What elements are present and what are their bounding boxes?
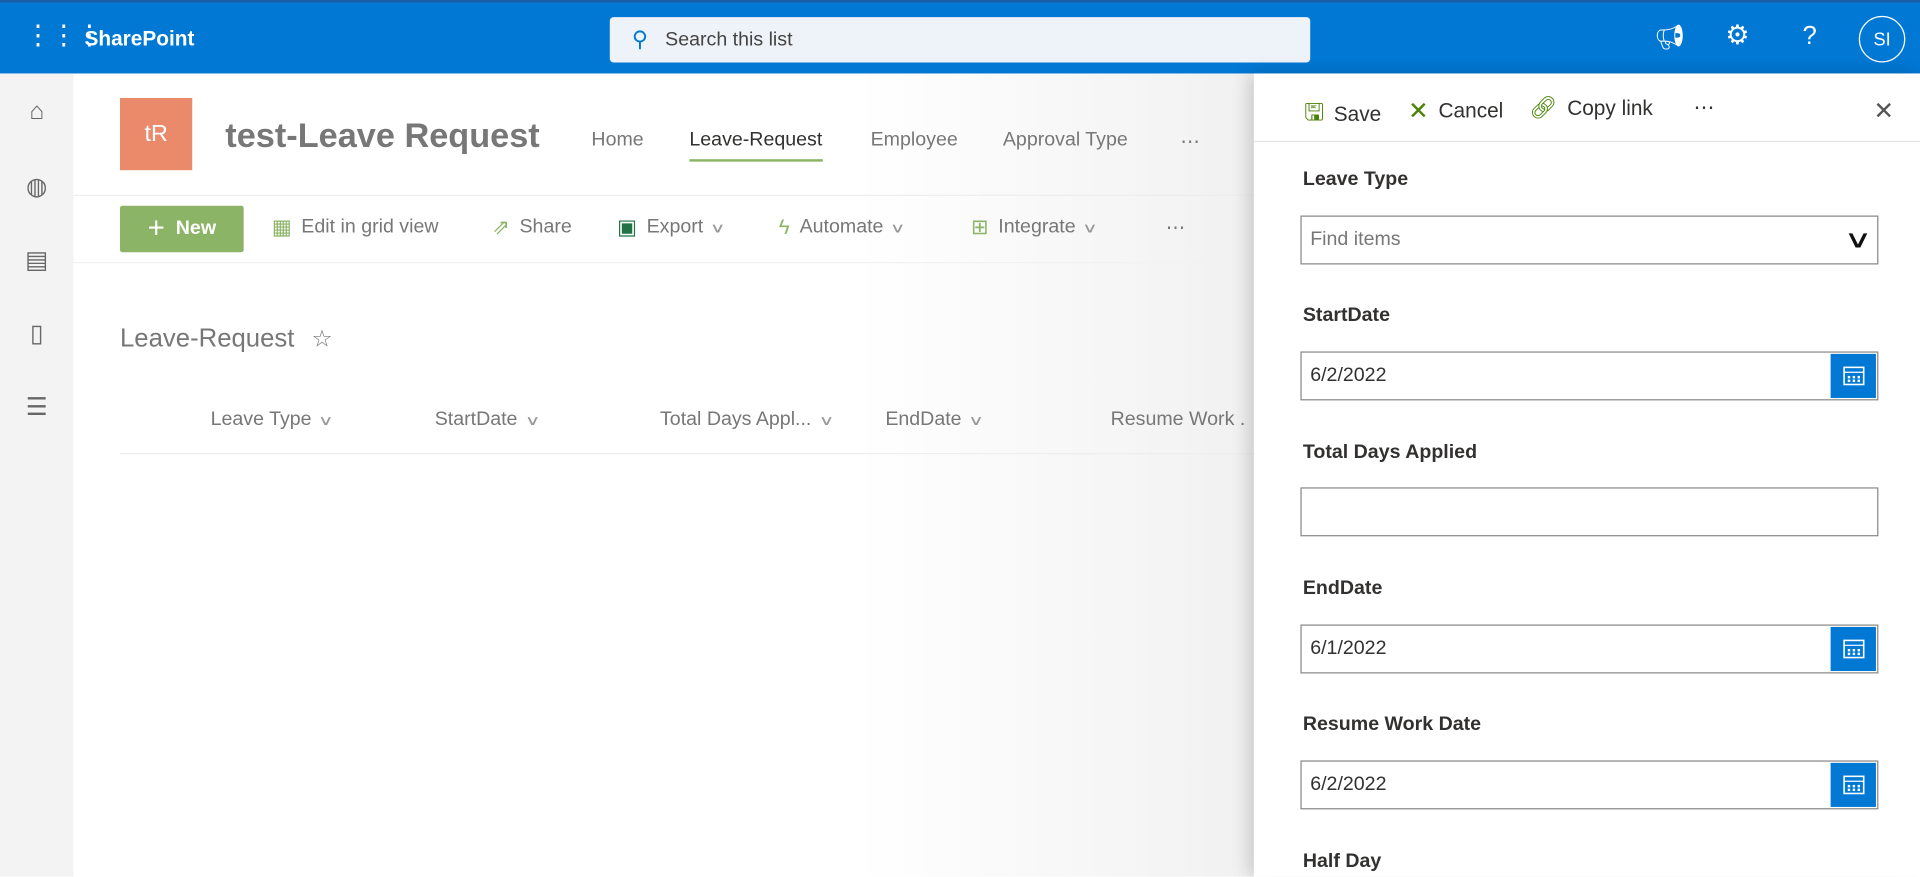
chevron-down-icon: ∨ xyxy=(710,221,726,236)
gear-icon[interactable]: ⚙ xyxy=(1725,20,1749,52)
site-logo[interactable]: tR xyxy=(120,97,193,171)
edit-grid-button[interactable]: ▦ Edit in grid view xyxy=(272,216,439,240)
search-box[interactable]: ⚲ Search this list xyxy=(609,17,1311,63)
nav-approval-type[interactable]: Approval Type xyxy=(1003,130,1128,152)
close-icon[interactable]: ✕ xyxy=(1873,96,1894,127)
column-header-leave-type[interactable]: Leave Type ∨ xyxy=(211,409,335,431)
more-commands-button[interactable]: ⋯ xyxy=(1166,216,1186,240)
megaphone-icon[interactable]: 📢︎ xyxy=(1654,22,1685,53)
chevron-down-icon: ∨ xyxy=(968,413,985,428)
list-title: Leave-Request ☆ xyxy=(120,324,333,353)
plus-icon: + xyxy=(147,211,165,245)
field-label: EndDate xyxy=(1302,577,1383,599)
avatar[interactable]: SI xyxy=(1858,15,1906,63)
calendar-icon[interactable] xyxy=(1830,353,1876,398)
app-name[interactable]: SharePoint xyxy=(84,27,194,51)
cancel-icon: ✕ xyxy=(1408,97,1429,125)
search-input[interactable]: Search this list xyxy=(665,29,792,51)
news-icon[interactable]: ▤ xyxy=(22,245,51,274)
field-label: Resume Work Date xyxy=(1302,713,1482,735)
divider xyxy=(120,453,1254,455)
field-label: StartDate xyxy=(1302,304,1390,326)
export-button[interactable]: ▣ Export ∨ xyxy=(617,215,726,240)
chevron-down-icon: ∨ xyxy=(1082,221,1099,236)
automate-button[interactable]: ϟ Automate ∨ xyxy=(778,215,907,240)
startdate-input[interactable]: 6/2/2022 xyxy=(1300,351,1879,401)
left-rail: ⌂ ◍ ▤ ▯ ☰ xyxy=(0,73,74,877)
column-header-enddate[interactable]: EndDate ∨ xyxy=(885,409,985,431)
home-icon[interactable]: ⌂ xyxy=(22,98,51,127)
chevron-down-icon: ∨ xyxy=(524,413,541,428)
nav-employee[interactable]: Employee xyxy=(871,130,958,152)
save-button[interactable]: 🖫︎ Save xyxy=(1304,96,1381,135)
copy-link-button[interactable]: 🔗︎ Copy link xyxy=(1529,96,1652,122)
automate-icon: ϟ xyxy=(778,215,790,239)
link-icon: 🔗︎ xyxy=(1529,95,1558,121)
chevron-down-icon: ∨ xyxy=(1844,226,1873,254)
total-days-input[interactable] xyxy=(1300,487,1879,537)
column-header-startdate[interactable]: StartDate ∨ xyxy=(435,409,541,431)
nav-more[interactable]: ⋯ xyxy=(1180,130,1200,154)
calendar-icon[interactable] xyxy=(1830,626,1876,672)
nav-home[interactable]: Home xyxy=(591,130,643,152)
search-icon: ⚲ xyxy=(631,26,648,52)
divider xyxy=(1253,140,1920,143)
chevron-down-icon: ∨ xyxy=(890,221,907,236)
integrate-button[interactable]: ⊞ Integrate ∨ xyxy=(971,215,1099,240)
divider xyxy=(73,262,1254,264)
site-title[interactable]: test-Leave Request xyxy=(225,116,539,155)
share-button[interactable]: ⇗ Share xyxy=(492,216,572,240)
calendar-icon[interactable] xyxy=(1830,762,1876,807)
field-label: Half Day xyxy=(1302,851,1382,872)
column-header-resume-work[interactable]: Resume Work . xyxy=(1111,409,1246,431)
leave-type-dropdown[interactable]: Find items ∨ xyxy=(1300,215,1879,265)
help-icon[interactable]: ? xyxy=(1802,22,1816,51)
field-label: Total Days Applied xyxy=(1302,442,1478,463)
list-icon[interactable]: ☰ xyxy=(22,392,51,421)
integrate-icon: ⊞ xyxy=(971,215,989,239)
document-icon[interactable]: ▯ xyxy=(22,318,51,348)
divider xyxy=(73,194,1254,196)
enddate-input[interactable]: 6/1/2022 xyxy=(1300,624,1879,674)
field-label: Leave Type xyxy=(1302,168,1409,190)
cancel-button[interactable]: ✕ Cancel xyxy=(1408,96,1503,127)
resume-work-date-input[interactable]: 6/2/2022 xyxy=(1300,760,1879,810)
share-icon: ⇗ xyxy=(492,215,510,239)
chevron-down-icon: ∨ xyxy=(318,413,335,428)
excel-icon: ▣ xyxy=(617,215,637,239)
new-button[interactable]: + New xyxy=(120,205,244,253)
grid-icon: ▦ xyxy=(271,215,292,239)
column-header-total-days[interactable]: Total Days Appl... ∨ xyxy=(660,409,835,431)
chevron-down-icon: ∨ xyxy=(818,413,835,428)
favorite-star-icon[interactable]: ☆ xyxy=(312,325,333,353)
edit-panel: 🖫︎ Save ✕ Cancel 🔗︎ Copy link ⋯ ✕ Leave Typ… xyxy=(1253,73,1920,877)
more-button[interactable]: ⋯ xyxy=(1693,96,1714,120)
top-bar: ⋮⋮⋮ SharePoint ⚲ Search this list 📢︎ ⚙ ?… xyxy=(0,0,1920,74)
save-icon: 🖫︎ xyxy=(1304,100,1324,127)
nav-leave-request[interactable]: Leave-Request xyxy=(689,130,823,162)
globe-icon[interactable]: ◍ xyxy=(22,171,51,201)
